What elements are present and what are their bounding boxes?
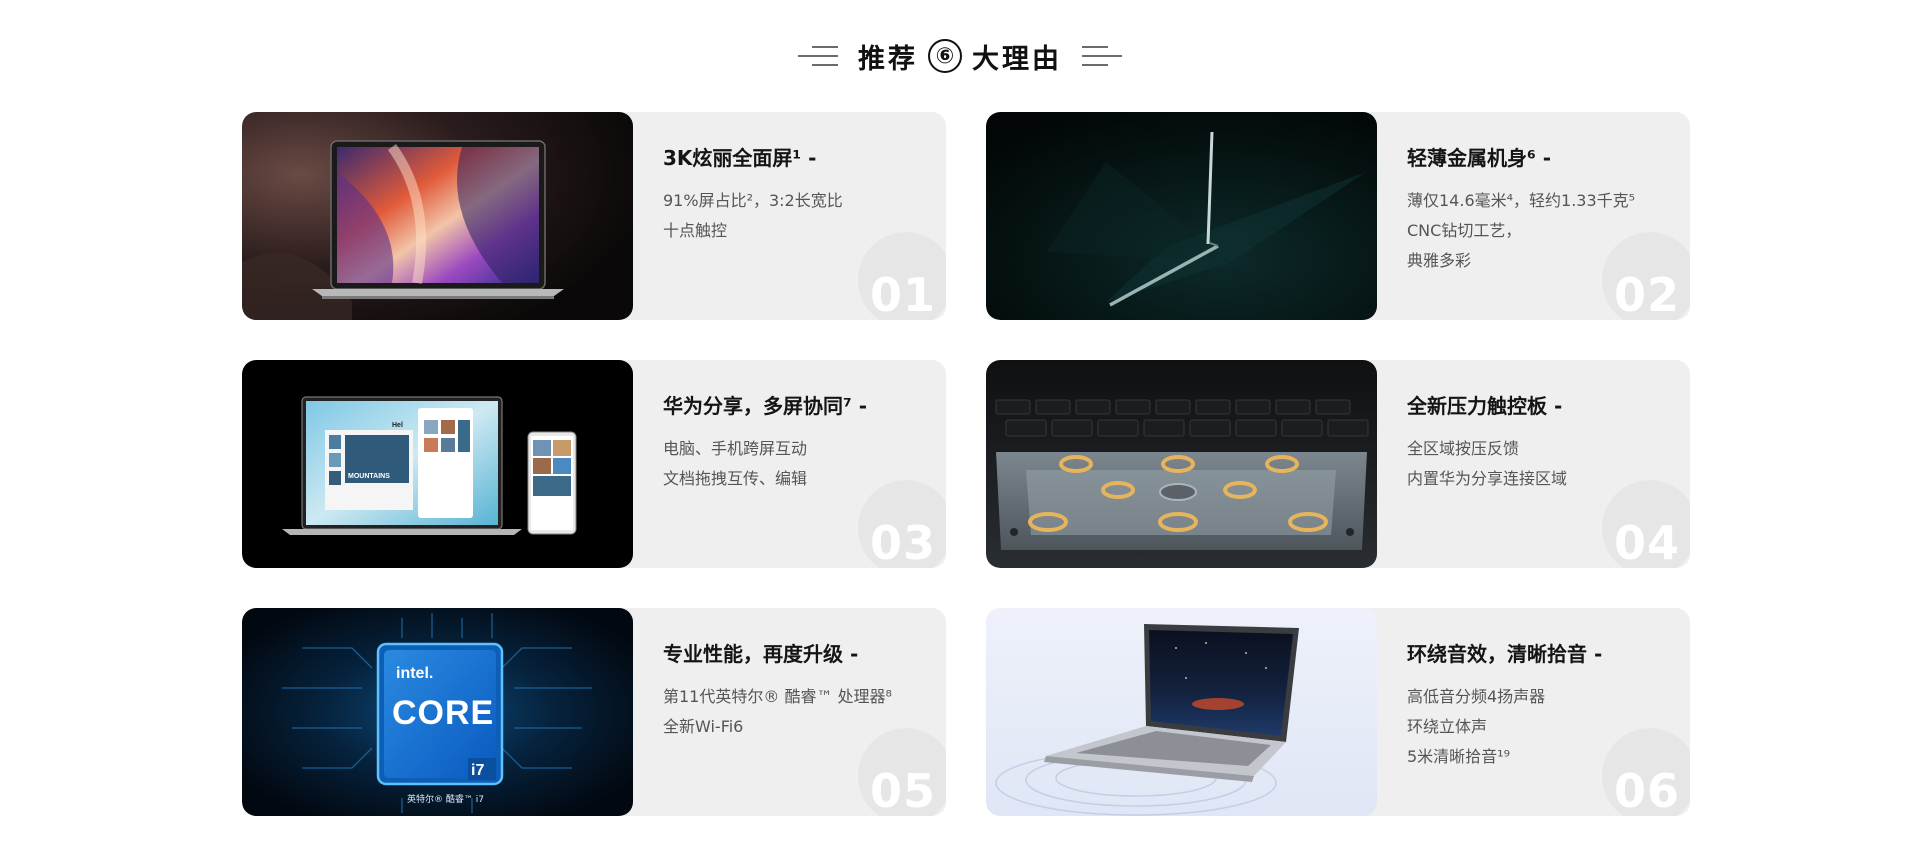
card-image-laptop-profile [986, 112, 1377, 320]
card-image-multiscreen: MOUNTAINS Hel [242, 360, 633, 568]
card-image-intel-chip: intel. CORE i7 英特尔® 酷睿™ i7 [242, 608, 633, 816]
card-title: 3K炫丽全面屏¹ - [663, 146, 817, 170]
header-decoration-right [1082, 44, 1122, 68]
title-suffix: 大理由 [972, 43, 1062, 75]
card-index-badge: 05 [858, 728, 946, 816]
card-title: 全新压力触控板 - [1407, 394, 1563, 418]
section-header: 推荐 ⑥ 大理由 [0, 36, 1920, 76]
reason-card-4[interactable]: 全新压力触控板 - 全区域按压反馈 内置华为分享连接区域 04 [986, 360, 1690, 568]
card-title: 轻薄金属机身⁶ - [1407, 146, 1552, 170]
reason-card-6[interactable]: 环绕音效，清晰拾音 - 高低音分频4扬声器 环绕立体声 5米清晰拾音¹⁹ 06 [986, 608, 1690, 816]
card-title: 专业性能，再度升级 - [663, 642, 859, 666]
section-title: 推荐 ⑥ 大理由 [858, 37, 1062, 76]
card-index-badge: 06 [1602, 728, 1690, 816]
card-image-touchpad [986, 360, 1377, 568]
header-decoration-left [798, 44, 838, 68]
chip-caption: 英特尔® 酷睿™ i7 [407, 793, 484, 805]
card-index-number: 05 [869, 764, 936, 816]
card-title: 华为分享，多屏协同⁷ - [663, 394, 868, 418]
mountains-label: MOUNTAINS [348, 473, 390, 480]
intel-brand: intel. [396, 665, 433, 682]
reason-card-2[interactable]: 轻薄金属机身⁶ - 薄仅14.6毫米⁴，轻约1.33千克⁵ CNC钻切工艺， 典… [986, 112, 1690, 320]
card-index-number: 04 [1613, 516, 1680, 568]
core-tier: i7 [471, 762, 484, 779]
title-prefix: 推荐 [858, 43, 918, 75]
reason-card-1[interactable]: 3K炫丽全面屏¹ - 91%屏占比²，3:2长宽比 十点触控 01 [242, 112, 946, 320]
title-number: ⑥ [928, 39, 962, 73]
reason-card-3[interactable]: MOUNTAINS Hel 华为分享，多屏协同⁷ - 电脑、手机跨屏互动 文档拖… [242, 360, 946, 568]
hello-label: Hel [392, 422, 403, 429]
card-image-laptop-screen [242, 112, 633, 320]
card-index-number: 03 [869, 516, 936, 568]
card-index-badge: 01 [858, 232, 946, 320]
card-index-badge: 03 [858, 480, 946, 568]
reason-card-5[interactable]: intel. CORE i7 英特尔® 酷睿™ i7 专业性能，再度升级 - 第… [242, 608, 946, 816]
card-index-badge: 02 [1602, 232, 1690, 320]
card-index-number: 01 [869, 268, 936, 320]
core-label: CORE [392, 694, 494, 732]
card-image-laptop-audio [986, 608, 1377, 816]
card-index-badge: 04 [1602, 480, 1690, 568]
card-index-number: 02 [1613, 268, 1680, 320]
card-index-number: 06 [1613, 764, 1680, 816]
card-title: 环绕音效，清晰拾音 - [1407, 642, 1603, 666]
